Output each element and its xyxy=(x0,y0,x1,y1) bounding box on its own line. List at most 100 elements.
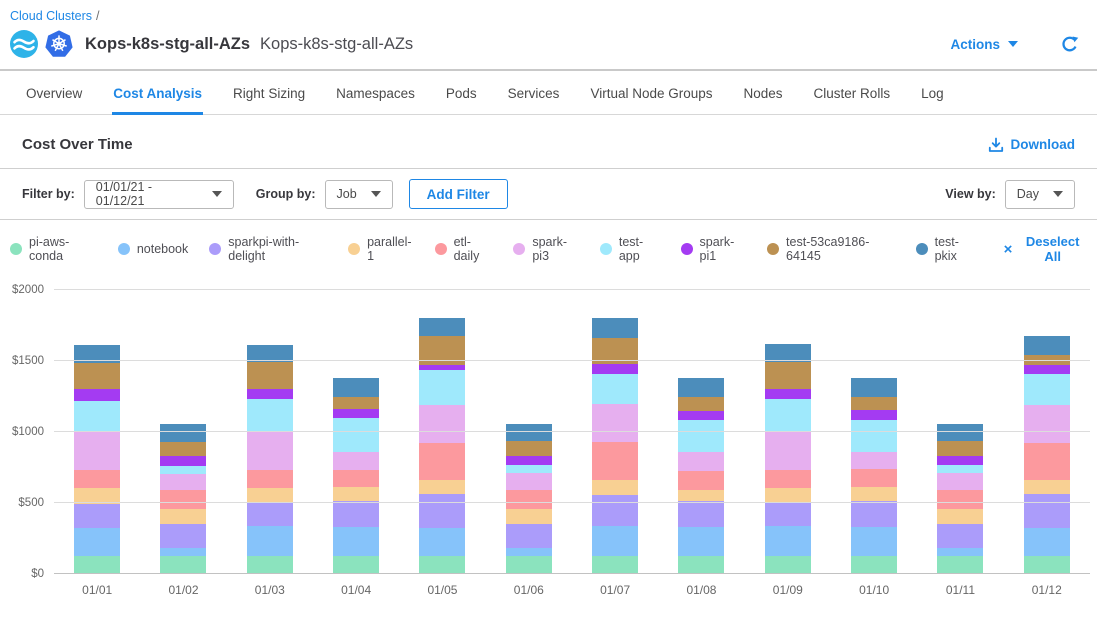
bar-segment-spark-pi3[interactable] xyxy=(160,474,206,490)
legend-item-spark-pi3[interactable]: spark-pi3 xyxy=(513,235,579,263)
tab-cost-analysis[interactable]: Cost Analysis xyxy=(112,71,203,115)
bar-segment-spark-pi3[interactable] xyxy=(419,405,465,443)
bar-segment-pi-aws-conda[interactable] xyxy=(851,556,897,574)
bar-segment-sparkpi-with-delight[interactable] xyxy=(765,502,811,527)
tab-right-sizing[interactable]: Right Sizing xyxy=(232,71,306,115)
tab-nodes[interactable]: Nodes xyxy=(743,71,784,115)
bar-segment-notebook[interactable] xyxy=(678,527,724,556)
bar-segment-etl-daily[interactable] xyxy=(937,490,983,509)
bar-segment-spark-pi3[interactable] xyxy=(592,404,638,442)
bar-segment-sparkpi-with-delight[interactable] xyxy=(160,524,206,549)
bar-segment-test-53ca9186-64145[interactable] xyxy=(937,441,983,455)
bar-segment-etl-daily[interactable] xyxy=(1024,443,1070,481)
bar-segment-spark-pi1[interactable] xyxy=(678,411,724,420)
bar-segment-sparkpi-with-delight[interactable] xyxy=(678,501,724,527)
bar-segment-pi-aws-conda[interactable] xyxy=(419,556,465,574)
bar-segment-pi-aws-conda[interactable] xyxy=(333,556,379,574)
bar-segment-parallel-1[interactable] xyxy=(419,480,465,493)
bar-segment-test-app[interactable] xyxy=(333,418,379,452)
bar-segment-spark-pi1[interactable] xyxy=(937,456,983,466)
bar-segment-spark-pi1[interactable] xyxy=(333,409,379,418)
bar-segment-pi-aws-conda[interactable] xyxy=(937,556,983,574)
date-range-select[interactable]: 01/01/21 - 01/12/21 xyxy=(84,180,234,209)
bar-segment-test-app[interactable] xyxy=(851,420,897,452)
bar-segment-spark-pi1[interactable] xyxy=(765,389,811,399)
bar-segment-test-pkix[interactable] xyxy=(419,318,465,336)
bar-segment-test-pkix[interactable] xyxy=(937,424,983,442)
bar-segment-etl-daily[interactable] xyxy=(247,470,293,488)
deselect-all-button[interactable]: × Deselect All xyxy=(1004,234,1087,264)
bar-segment-spark-pi1[interactable] xyxy=(74,389,120,400)
bar-segment-notebook[interactable] xyxy=(506,548,552,556)
bar-segment-test-app[interactable] xyxy=(937,465,983,473)
bar-segment-spark-pi3[interactable] xyxy=(678,452,724,471)
bar-segment-parallel-1[interactable] xyxy=(160,509,206,523)
bar-segment-spark-pi1[interactable] xyxy=(506,456,552,466)
bar-segment-etl-daily[interactable] xyxy=(333,470,379,487)
bar-segment-etl-daily[interactable] xyxy=(592,442,638,480)
bar-segment-sparkpi-with-delight[interactable] xyxy=(851,501,897,527)
tab-cluster-rolls[interactable]: Cluster Rolls xyxy=(813,71,892,115)
bar-segment-parallel-1[interactable] xyxy=(765,488,811,501)
bar-segment-pi-aws-conda[interactable] xyxy=(506,556,552,574)
bar-segment-test-app[interactable] xyxy=(678,420,724,452)
actions-button[interactable]: Actions xyxy=(950,37,1018,52)
bar-segment-parallel-1[interactable] xyxy=(851,487,897,500)
bar-segment-sparkpi-with-delight[interactable] xyxy=(592,495,638,527)
legend-item-spark-pi1[interactable]: spark-pi1 xyxy=(681,235,747,263)
bar-segment-test-53ca9186-64145[interactable] xyxy=(247,362,293,389)
bar-segment-notebook[interactable] xyxy=(765,526,811,555)
bar-segment-test-pkix[interactable] xyxy=(1024,336,1070,354)
bar-segment-pi-aws-conda[interactable] xyxy=(765,556,811,574)
bar-segment-pi-aws-conda[interactable] xyxy=(592,556,638,574)
bar-segment-etl-daily[interactable] xyxy=(506,490,552,509)
bar-segment-parallel-1[interactable] xyxy=(678,490,724,501)
bar-segment-sparkpi-with-delight[interactable] xyxy=(74,504,120,527)
legend-item-etl-daily[interactable]: etl-daily xyxy=(435,235,493,263)
bar-segment-test-app[interactable] xyxy=(419,370,465,405)
bar-segment-test-app[interactable] xyxy=(592,374,638,405)
bar-segment-notebook[interactable] xyxy=(247,526,293,555)
bar-segment-test-pkix[interactable] xyxy=(506,424,552,442)
bar-segment-sparkpi-with-delight[interactable] xyxy=(247,502,293,527)
legend-item-notebook[interactable]: notebook xyxy=(118,242,188,256)
bar-segment-test-app[interactable] xyxy=(1024,374,1070,405)
bar-segment-etl-daily[interactable] xyxy=(765,470,811,488)
legend-item-parallel-1[interactable]: parallel-1 xyxy=(348,235,414,263)
bar-segment-etl-daily[interactable] xyxy=(74,470,120,488)
bar-segment-pi-aws-conda[interactable] xyxy=(678,556,724,574)
bar-segment-etl-daily[interactable] xyxy=(419,443,465,481)
bar-segment-test-pkix[interactable] xyxy=(160,424,206,442)
bar-segment-sparkpi-with-delight[interactable] xyxy=(1024,494,1070,528)
bar-segment-test-53ca9186-64145[interactable] xyxy=(160,442,206,455)
bar-segment-test-app[interactable] xyxy=(506,465,552,473)
bar-segment-etl-daily[interactable] xyxy=(851,469,897,487)
bar-segment-spark-pi3[interactable] xyxy=(765,431,811,469)
bar-segment-notebook[interactable] xyxy=(160,548,206,556)
refresh-button[interactable] xyxy=(1060,35,1079,54)
bar-segment-test-53ca9186-64145[interactable] xyxy=(678,397,724,411)
download-button[interactable]: Download xyxy=(988,137,1076,153)
view-by-select[interactable]: Day xyxy=(1005,180,1075,209)
bar-segment-spark-pi1[interactable] xyxy=(851,410,897,420)
bar-segment-test-pkix[interactable] xyxy=(333,378,379,396)
bar-segment-notebook[interactable] xyxy=(419,528,465,556)
bar-segment-sparkpi-with-delight[interactable] xyxy=(937,524,983,549)
bar-segment-test-app[interactable] xyxy=(74,401,120,431)
bar-segment-test-app[interactable] xyxy=(247,399,293,431)
bar-segment-test-53ca9186-64145[interactable] xyxy=(74,363,120,389)
bar-segment-spark-pi1[interactable] xyxy=(160,456,206,467)
bar-segment-pi-aws-conda[interactable] xyxy=(1024,556,1070,574)
bar-segment-spark-pi3[interactable] xyxy=(506,473,552,490)
tab-services[interactable]: Services xyxy=(507,71,561,115)
bar-segment-sparkpi-with-delight[interactable] xyxy=(333,501,379,527)
bar-segment-parallel-1[interactable] xyxy=(937,509,983,523)
tab-log[interactable]: Log xyxy=(920,71,945,115)
bar-segment-parallel-1[interactable] xyxy=(592,480,638,494)
bar-segment-spark-pi3[interactable] xyxy=(247,431,293,470)
bar-segment-spark-pi3[interactable] xyxy=(937,473,983,490)
bar-segment-parallel-1[interactable] xyxy=(247,488,293,501)
bar-segment-parallel-1[interactable] xyxy=(506,509,552,523)
bar-segment-notebook[interactable] xyxy=(333,527,379,555)
bar-segment-test-53ca9186-64145[interactable] xyxy=(506,441,552,455)
